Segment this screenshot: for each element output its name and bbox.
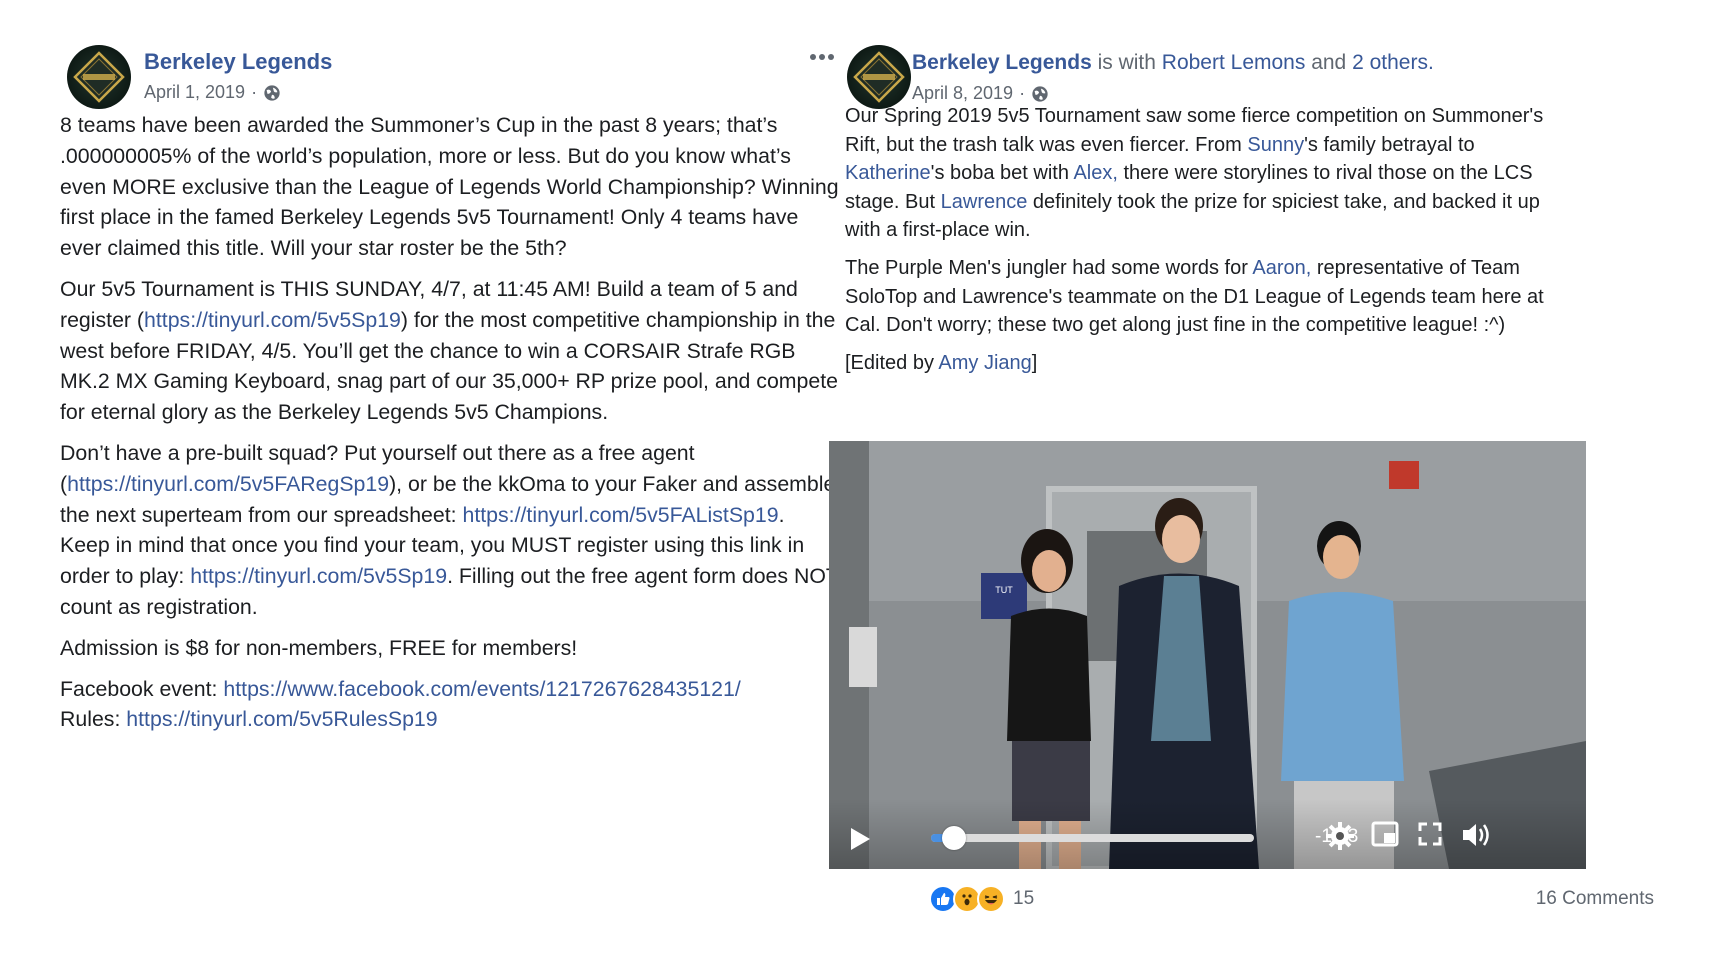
inline-link[interactable]: Lawrence xyxy=(941,191,1028,213)
post-header: Berkeley Legends is with Robert Lemons a… xyxy=(845,40,1670,110)
post-footer: 15 16 Comments xyxy=(929,885,1654,917)
post-meta: April 1, 2019 · xyxy=(144,82,281,103)
inline-link[interactable]: https://tinyurl.com/5v5FAListSp19 xyxy=(463,503,779,527)
post-right: Berkeley Legends is with Robert Lemons a… xyxy=(845,40,1670,387)
author-name-link[interactable]: Berkeley Legends xyxy=(912,51,1092,74)
post-date-link[interactable]: April 8, 2019 xyxy=(912,83,1013,104)
tagged-others-link[interactable]: 2 others. xyxy=(1352,51,1434,74)
post-paragraph: 8 teams have been awarded the Summoner’s… xyxy=(60,110,840,264)
door-sign-text: TUT xyxy=(995,585,1013,595)
post-body: Our Spring 2019 5v5 Tournament saw some … xyxy=(845,102,1565,377)
post-meta: April 8, 2019 · xyxy=(912,83,1049,104)
post-paragraph: The Purple Men's jungler had some words … xyxy=(845,254,1565,340)
berkeley-legends-logo-icon xyxy=(73,51,125,103)
author-line: Berkeley Legends xyxy=(144,49,332,75)
inline-link[interactable]: Katherine xyxy=(845,162,931,184)
page-avatar[interactable] xyxy=(847,45,911,109)
post-paragraph: Our Spring 2019 5v5 Tournament saw some … xyxy=(845,102,1565,245)
paragraph-text: Rules: xyxy=(60,707,127,732)
page-avatar[interactable] xyxy=(67,45,131,109)
reactions-summary[interactable]: 15 xyxy=(929,885,1034,913)
post-paragraph: [Edited by Amy Jiang] xyxy=(845,349,1565,378)
inline-link[interactable]: https://www.facebook.com/events/12172676… xyxy=(223,677,740,701)
meta-separator: · xyxy=(251,82,258,102)
post-date-link[interactable]: April 1, 2019 xyxy=(144,82,245,103)
fullscreen-icon[interactable] xyxy=(1417,821,1443,847)
post-paragraph: Facebook event: https://www.facebook.com… xyxy=(60,674,840,736)
berkeley-legends-logo-icon xyxy=(853,51,905,103)
post-paragraph: Admission is $8 for non-members, FREE fo… xyxy=(60,633,840,664)
inline-link[interactable]: Sunny xyxy=(1247,134,1304,156)
haha-reaction-icon xyxy=(977,885,1005,913)
volume-icon[interactable] xyxy=(1461,821,1491,849)
comments-count-link[interactable]: 16 Comments xyxy=(1536,888,1654,910)
paragraph-text: Facebook event: xyxy=(60,676,224,701)
meta-separator: · xyxy=(1019,83,1026,103)
play-icon[interactable] xyxy=(849,827,871,851)
video-progress-bar[interactable] xyxy=(931,826,1254,850)
paragraph-text: ] xyxy=(1031,351,1038,374)
picture-in-picture-icon[interactable] xyxy=(1371,821,1399,847)
author-line: Berkeley Legends is with Robert Lemons a… xyxy=(912,51,1434,75)
with-text: is with xyxy=(1091,51,1162,74)
paragraph-text: 8 teams have been awarded the Summoner’s… xyxy=(60,113,839,261)
post-body: 8 teams have been awarded the Summoner’s… xyxy=(60,110,840,735)
paragraph-text: The Purple Men's jungler had some words … xyxy=(845,256,1253,279)
post-left: Berkeley Legends April 1, 2019 · 8 teams… xyxy=(60,40,840,746)
paragraph-text: 's family betrayal to xyxy=(1304,133,1475,156)
and-text: and xyxy=(1305,51,1353,74)
inline-link[interactable]: Alex, xyxy=(1073,162,1117,184)
globe-icon xyxy=(264,84,280,101)
inline-link[interactable]: https://tinyurl.com/5v5RulesSp19 xyxy=(126,707,437,731)
inline-link[interactable]: Amy Jiang xyxy=(938,352,1031,374)
inline-link[interactable]: https://tinyurl.com/5v5Sp19 xyxy=(144,308,401,332)
post-header: Berkeley Legends April 1, 2019 · xyxy=(60,40,840,110)
more-options-icon[interactable] xyxy=(810,50,840,64)
author-name-link[interactable]: Berkeley Legends xyxy=(144,49,332,74)
paragraph-text: Admission is $8 for non-members, FREE fo… xyxy=(60,635,578,660)
inline-link[interactable]: https://tinyurl.com/5v5FARegSp19 xyxy=(67,472,389,496)
settings-gear-icon[interactable] xyxy=(1325,821,1355,851)
video-player[interactable]: TUT -1:13 xyxy=(829,441,1586,869)
reaction-count[interactable]: 15 xyxy=(1013,888,1034,910)
post-paragraph: Don’t have a pre-built squad? Put yourse… xyxy=(60,438,840,623)
post-paragraph: Our 5v5 Tournament is THIS SUNDAY, 4/7, … xyxy=(60,274,840,428)
inline-link[interactable]: https://tinyurl.com/5v5Sp19 xyxy=(190,564,447,588)
inline-link[interactable]: Aaron, xyxy=(1252,257,1311,279)
globe-icon xyxy=(1032,85,1048,102)
video-controls: -1:13 xyxy=(829,799,1586,869)
paragraph-text: [Edited by xyxy=(845,351,939,374)
tagged-person-link[interactable]: Robert Lemons xyxy=(1162,51,1306,74)
paragraph-text: 's boba bet with xyxy=(930,162,1074,185)
video-scrubber-handle[interactable] xyxy=(941,826,966,850)
